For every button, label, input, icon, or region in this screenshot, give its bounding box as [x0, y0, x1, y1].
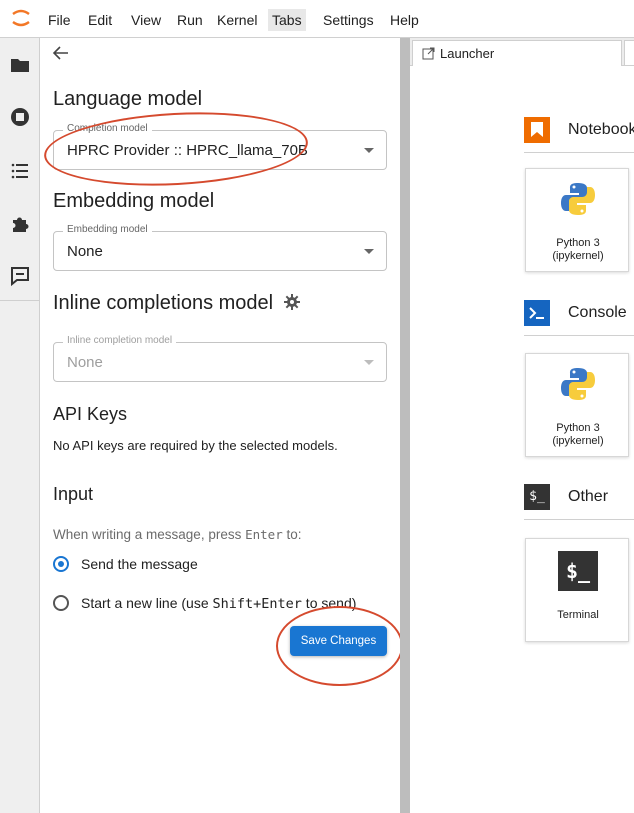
console-section-title: Console	[568, 304, 627, 321]
embedding-model-label: Embedding model	[63, 224, 152, 235]
new-line-label[interactable]: Start a new line (use Shift+Enter to sen…	[81, 595, 356, 612]
inline-completion-model-select[interactable]: Inline completion model None	[53, 335, 387, 382]
other-section-title: Other	[568, 488, 609, 505]
python3-console-label: Python 3 (ipykernel)	[526, 422, 630, 448]
menu-view[interactable]: View	[127, 9, 165, 31]
input-prompt: When writing a message, press Enter to:	[53, 527, 302, 542]
terminal-glyph: $_	[565, 559, 591, 583]
input-prompt-key: Enter	[245, 527, 283, 542]
inline-completions-heading-text: Inline completions model	[53, 292, 274, 314]
menu-tabs[interactable]: Tabs	[268, 9, 306, 31]
menu-file[interactable]: File	[44, 9, 75, 31]
embedding-model-select[interactable]: Embedding model None	[53, 224, 387, 271]
tab-add[interactable]	[624, 40, 634, 66]
extension-puzzle-icon[interactable]	[9, 212, 31, 234]
notebook-section-title: Notebook	[568, 121, 634, 138]
ai-settings-panel: Language model Completion model HPRC Pro…	[40, 38, 400, 813]
python-label-line1: Python 3	[556, 422, 600, 434]
python-logo-icon	[561, 183, 595, 215]
new-line-label-prefix: Start a new line (use	[81, 595, 213, 611]
python-label-line1: Python 3	[556, 237, 600, 249]
embedding-model-value: None	[67, 243, 103, 260]
terminal-section-icon: $_	[524, 484, 550, 510]
inline-completion-model-value: None	[67, 354, 103, 371]
api-keys-heading: API Keys	[53, 404, 128, 424]
back-arrow-icon[interactable]	[52, 44, 70, 62]
inline-completion-model-label: Inline completion model	[63, 335, 177, 346]
input-prompt-prefix: When writing a message, press	[53, 527, 246, 542]
sidebar-separator	[0, 300, 40, 301]
tab-launcher[interactable]: Launcher	[412, 40, 622, 66]
chevron-down-icon	[364, 360, 374, 365]
jupyter-logo-icon	[12, 9, 30, 27]
console-section-divider	[524, 335, 634, 336]
completion-model-value: HPRC Provider :: HPRC_llama_70B	[67, 142, 308, 159]
console-icon	[524, 300, 550, 326]
menu-run[interactable]: Run	[173, 9, 207, 31]
completion-model-select[interactable]: Completion model HPRC Provider :: HPRC_l…	[53, 123, 387, 170]
python-logo-icon	[561, 368, 595, 400]
panel-splitter[interactable]	[400, 38, 410, 813]
input-heading: Input	[53, 484, 94, 504]
chevron-down-icon	[364, 249, 374, 254]
new-line-radio[interactable]	[53, 595, 69, 611]
new-line-label-suffix: to send)	[301, 595, 357, 611]
tab-launcher-label: Launcher	[440, 46, 495, 61]
menu-edit[interactable]: Edit	[84, 9, 116, 31]
completion-model-label: Completion model	[63, 123, 152, 134]
terminal-label: Terminal	[557, 609, 599, 621]
gear-icon[interactable]	[283, 293, 301, 311]
menu-settings[interactable]: Settings	[319, 9, 378, 31]
python-label-line2: (ipykernel)	[552, 435, 604, 447]
python3-notebook-label: Python 3 (ipykernel)	[526, 237, 630, 263]
chat-icon[interactable]	[9, 265, 31, 287]
send-message-label[interactable]: Send the message	[81, 556, 198, 572]
table-of-contents-icon[interactable]	[9, 160, 31, 182]
menu-kernel[interactable]: Kernel	[213, 9, 261, 31]
embedding-model-heading: Embedding model	[53, 190, 215, 212]
notebook-icon	[524, 117, 550, 143]
folder-icon[interactable]	[9, 54, 31, 76]
python3-console-card[interactable]: Python 3 (ipykernel)	[525, 353, 629, 457]
inline-completions-heading: Inline completions model	[53, 292, 301, 315]
terminal-section-glyph: $_	[529, 489, 545, 504]
language-model-heading: Language model	[53, 88, 203, 110]
left-sidebar	[0, 38, 40, 813]
new-line-label-key: Shift+Enter	[212, 596, 302, 612]
terminal-card[interactable]: $_ Terminal	[525, 538, 629, 642]
menu-bar: File Edit View Run Kernel Tabs Settings …	[0, 0, 634, 38]
python3-notebook-card[interactable]: Python 3 (ipykernel)	[525, 168, 629, 272]
api-keys-text: No API keys are required by the selected…	[53, 438, 338, 453]
terminal-icon: $_	[558, 551, 598, 591]
python-label-line2: (ipykernel)	[552, 250, 604, 262]
menu-help[interactable]: Help	[386, 9, 423, 31]
other-section-divider	[524, 519, 634, 520]
send-message-radio[interactable]	[53, 556, 69, 572]
running-sessions-icon[interactable]	[9, 106, 31, 128]
notebook-section-divider	[524, 152, 634, 153]
chevron-down-icon	[364, 148, 374, 153]
save-changes-button[interactable]: Save Changes	[290, 626, 387, 656]
tab-bar: Launcher	[410, 38, 634, 66]
input-prompt-suffix: to:	[282, 527, 302, 542]
launcher-area: Launcher Notebook Python 3 (ipykernel) C…	[410, 38, 634, 813]
launcher-tab-icon	[422, 47, 435, 60]
